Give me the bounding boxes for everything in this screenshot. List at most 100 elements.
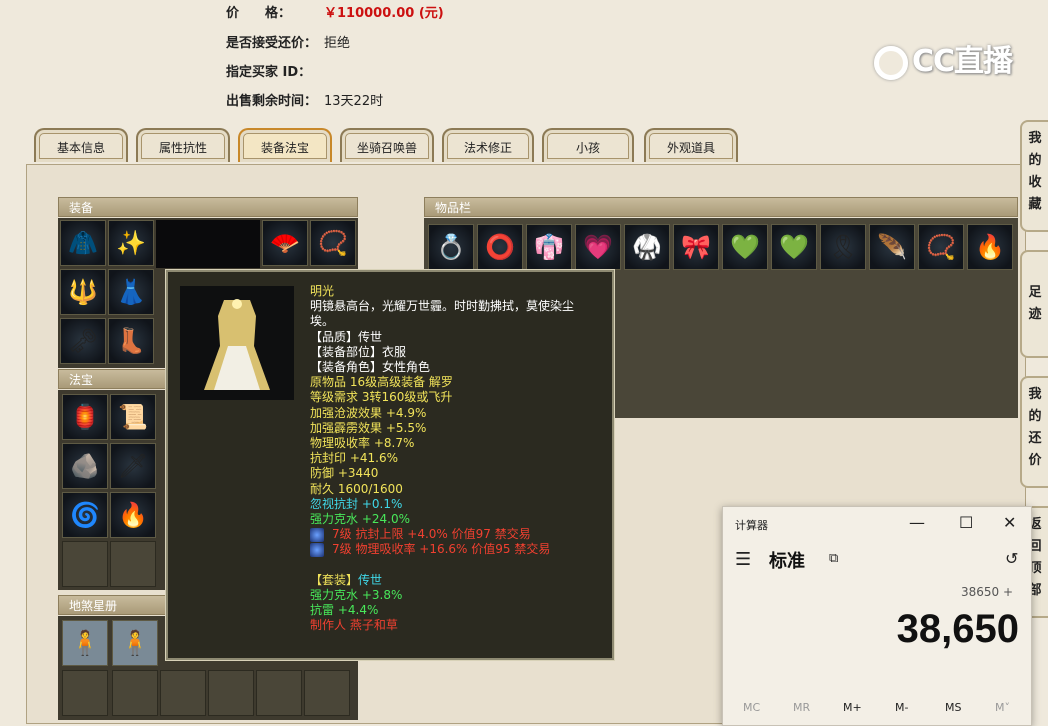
price-row: 价 格： ￥110000.00 (元) [226, 2, 444, 21]
tab-appearance[interactable]: 外观道具 [644, 128, 738, 162]
inv-item-heart[interactable]: 💗 [575, 224, 621, 270]
tab-label: 小孩 [575, 141, 600, 155]
calculator-title: 计算器 [735, 519, 768, 532]
tab-spells[interactable]: 法术修正 [442, 128, 534, 162]
equip-slot-hair[interactable]: ✨ [108, 220, 154, 266]
item-slot: 【装备部位】衣服 [310, 344, 407, 359]
side-btn-label: 足迹 [1028, 285, 1042, 322]
side-btn-label: 我的收藏 [1028, 131, 1042, 212]
equip-slot-cape[interactable]: 🧥 [60, 220, 106, 266]
treasure-slot-5[interactable]: 🌀 [62, 492, 108, 538]
tab-child[interactable]: 小孩 [542, 128, 634, 162]
tab-basic-info[interactable]: 基本信息 [34, 128, 128, 162]
inv-item-ring[interactable]: 💍 [428, 224, 474, 270]
keep-on-top-icon[interactable]: ⧉ [829, 551, 838, 566]
item-attr: 加强霹雳效果 +5.5% [310, 420, 427, 435]
item-attr: 抗封印 +41.6% [310, 451, 398, 466]
tab-label: 外观道具 [666, 141, 715, 155]
buyer-label: 指定买家 ID： [226, 65, 312, 80]
bargain-row: 是否接受还价： 拒绝 [226, 32, 350, 51]
memory-list-button[interactable]: M˅ [995, 701, 1010, 714]
menu-icon[interactable]: ☰ [735, 549, 751, 570]
gem-text: 7级 物理吸收率 +16.6% 价值95 禁交易 [332, 542, 551, 557]
item-desc-2: 埃。 [310, 314, 335, 329]
item-tooltip: 明光 明镜悬高台，光耀万世霾。时时勤拂拭，莫使染尘 埃。 【品质】传世 【装备部… [166, 270, 614, 660]
equip-slot-belt[interactable]: 🗝 [60, 318, 106, 364]
set-label: 【套装】 [310, 572, 359, 587]
gem-icon [310, 542, 324, 557]
item-desc-1: 明镜悬高台，光耀万世霾。时时勤拂拭，莫使染尘 [310, 299, 575, 314]
maker: 制作人 燕子和草 [310, 618, 398, 633]
maximize-icon[interactable]: ☐ [959, 513, 973, 532]
treasure-slot-2[interactable]: 📜 [110, 394, 156, 440]
time-label: 出售剩余时间： [226, 94, 318, 109]
inv-item-feather[interactable]: 🪶 [869, 224, 915, 270]
item-attr: 忽视抗封 +0.1% [310, 496, 403, 511]
set-attr: 强力克水 +3.8% [310, 587, 403, 602]
set-attr: 抗雷 +4.4% [310, 603, 379, 618]
item-name: 明光 [310, 284, 335, 298]
tab-mounts[interactable]: 坐骑召唤兽 [340, 128, 434, 162]
treasure-slot-4[interactable]: 🗡 [110, 443, 156, 489]
gem-text: 7级 抗封上限 +4.0% 价值97 禁交易 [332, 527, 531, 542]
inv-item-jade-ring[interactable]: 💚 [722, 224, 768, 270]
star-card-1[interactable]: 🧍 [62, 620, 108, 666]
tab-label: 坐骑召唤兽 [356, 141, 417, 155]
inv-item-belt[interactable]: 🎗 [820, 224, 866, 270]
my-bargain-button[interactable]: 我的还价 [1020, 376, 1048, 488]
minimize-icon[interactable]: — [909, 513, 925, 532]
footprint-button[interactable]: 足迹 [1020, 250, 1048, 358]
ms-button[interactable]: MS [945, 701, 961, 714]
treasure-slot-6[interactable]: 🔥 [110, 492, 156, 538]
star-card-2[interactable]: 🧍 [112, 620, 158, 666]
item-role: 【装备角色】女性角色 [310, 360, 431, 375]
mc-button[interactable]: MC [743, 701, 760, 714]
inv-item-fire-armor[interactable]: 🔥 [967, 224, 1013, 270]
inv-item-bracelet[interactable]: ⭕ [477, 224, 523, 270]
equip-slot-armor[interactable]: 👗 [108, 269, 154, 315]
inventory-section-title: 物品栏 [424, 197, 1018, 217]
inv-item-jade-ring-2[interactable]: 💚 [771, 224, 817, 270]
set-line: 【套装】传世 [310, 573, 610, 588]
m-plus-button[interactable]: M+ [843, 701, 862, 714]
m-minus-button[interactable]: M- [895, 701, 908, 714]
inv-item-beads[interactable]: 📿 [918, 224, 964, 270]
inv-item-robe[interactable]: 👘 [526, 224, 572, 270]
bargain-value: 拒绝 [324, 36, 351, 51]
logo-mark-icon [874, 45, 908, 80]
tab-label: 装备法宝 [260, 141, 309, 155]
item-attr: 强力克水 +24.0% [310, 512, 410, 527]
equip-slot-weapon[interactable]: 🔱 [60, 269, 106, 315]
tooltip-text: 明光 明镜悬高台，光耀万世霾。时时勤拂拭，莫使染尘 埃。 【品质】传世 【装备部… [310, 284, 610, 633]
side-btn-label: 我的还价 [1028, 387, 1042, 468]
item-quality: 【品质】传世 [310, 329, 383, 344]
item-requirement: 等级需求 3转160级或飞升 [310, 390, 453, 405]
tab-label: 属性抗性 [158, 141, 207, 155]
calculator-window: 计算器 — ☐ ✕ ☰ 标准 ⧉ ↺ 38650 + 38,650 MC MR … [722, 506, 1032, 726]
equip-slot-boots[interactable]: 👢 [108, 318, 154, 364]
close-icon[interactable]: ✕ [1003, 513, 1016, 532]
logo-text: CC直播 [912, 44, 1013, 79]
empty-slot [62, 541, 108, 587]
inv-item-armor[interactable]: 🥋 [624, 224, 670, 270]
my-favorites-button[interactable]: 我的收藏 [1020, 120, 1048, 232]
history-icon[interactable]: ↺ [1005, 549, 1018, 568]
equip-slot-necklace[interactable]: 📿 [310, 220, 356, 266]
tab-attributes[interactable]: 属性抗性 [136, 128, 230, 162]
golden-robe-icon [204, 299, 270, 390]
item-image [180, 286, 294, 400]
equip-slot-weapon2[interactable]: 🪭 [262, 220, 308, 266]
tab-label: 法术修正 [463, 141, 512, 155]
treasure-slot-1[interactable]: 🏮 [62, 394, 108, 440]
treasure-slot-3[interactable]: 🪨 [62, 443, 108, 489]
set-value: 传世 [358, 572, 383, 587]
calculator-result: 38,650 [896, 607, 1019, 651]
gem-line: 7级 抗封上限 +4.0% 价值97 禁交易 [310, 527, 610, 542]
empty-slot [256, 670, 302, 716]
calculator-mode: 标准 [769, 551, 805, 572]
mr-button[interactable]: MR [793, 701, 810, 714]
tab-equipment[interactable]: 装备法宝 [238, 128, 332, 162]
empty-slot [62, 670, 108, 716]
price-value: ￥110000.00 (元) [324, 6, 444, 21]
inv-item-ribbon[interactable]: 🎀 [673, 224, 719, 270]
